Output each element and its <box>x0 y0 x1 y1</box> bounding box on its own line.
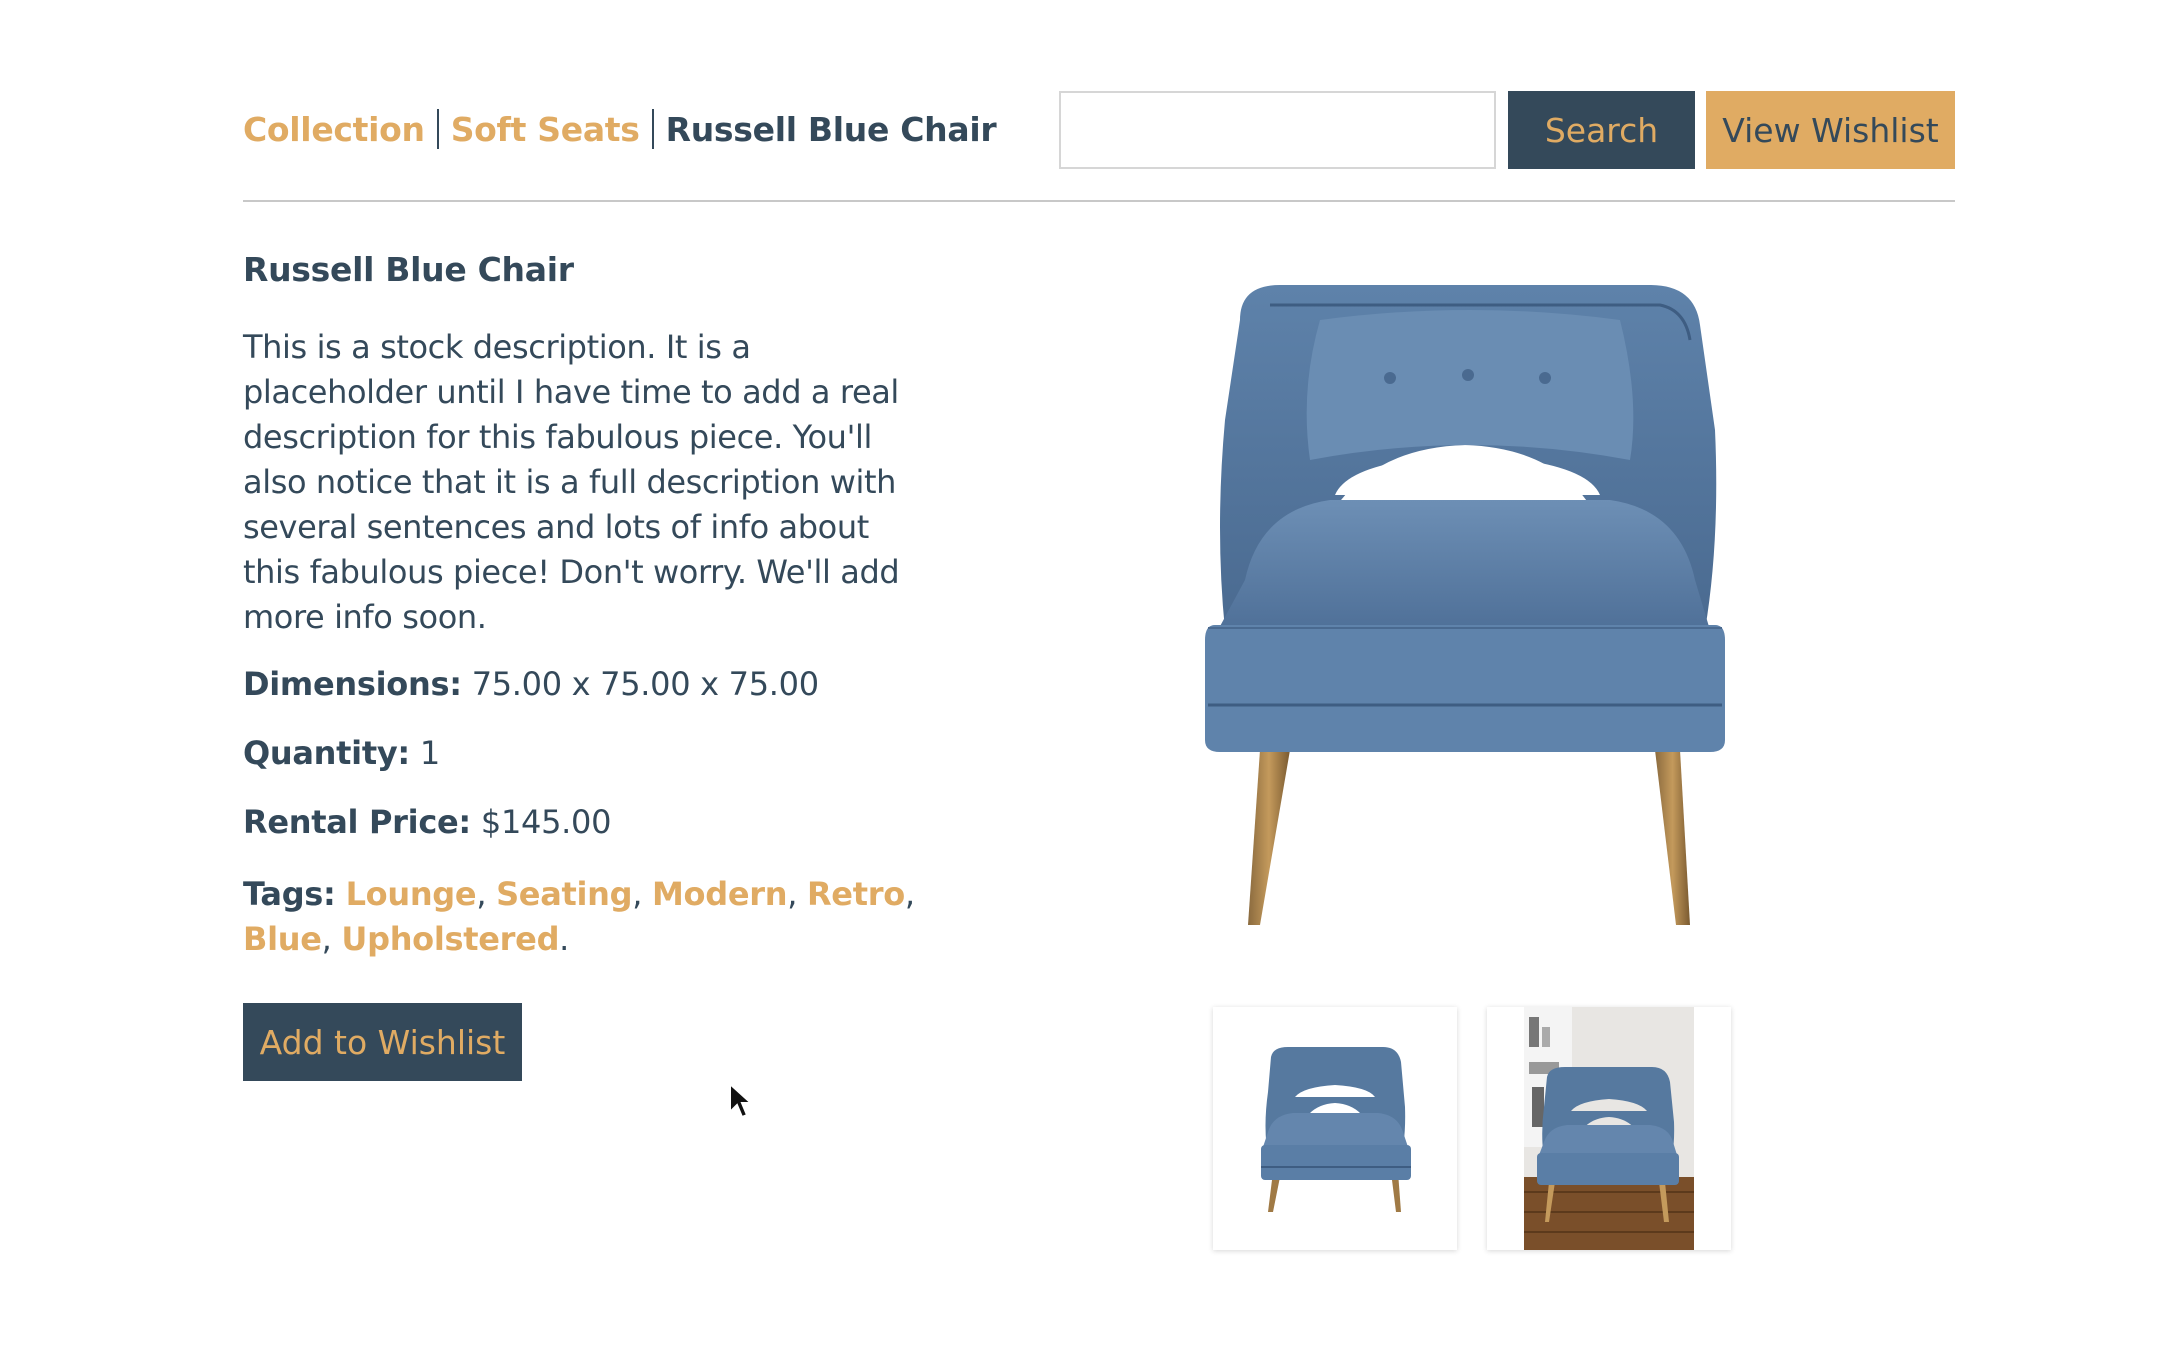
view-wishlist-button[interactable]: View Wishlist <box>1706 91 1955 169</box>
rental-price-label: Rental Price: <box>243 803 471 841</box>
rental-price-row: Rental Price: $145.00 <box>243 803 611 841</box>
room-armchair-thumbnail <box>1487 1007 1731 1250</box>
product-info: Russell Blue Chair This is a stock descr… <box>243 250 943 958</box>
breadcrumb-collection[interactable]: Collection <box>243 110 425 149</box>
tags-row: Tags: Lounge, Seating, Modern, Retro, Blu… <box>243 875 915 958</box>
quantity-value: 1 <box>419 734 440 772</box>
thumbnail-2[interactable] <box>1487 1007 1731 1250</box>
product-main-image <box>1200 280 1740 950</box>
tag-link[interactable]: Blue <box>243 920 322 958</box>
header: Collection Soft Seats Russell Blue Chair… <box>243 88 1955 170</box>
mouse-pointer-icon <box>729 1082 754 1119</box>
product-title: Russell Blue Chair <box>243 250 574 289</box>
tag-link[interactable]: Upholstered <box>341 920 559 958</box>
rental-price-value: $145.00 <box>480 803 612 841</box>
dimensions-value: 75.00 x 75.00 x 75.00 <box>471 665 819 703</box>
quantity-label: Quantity: <box>243 734 410 772</box>
search-button[interactable]: Search <box>1508 91 1695 169</box>
tag-link[interactable]: Retro <box>807 875 905 913</box>
breadcrumb: Collection Soft Seats Russell Blue Chair <box>243 109 997 149</box>
product-description: This is a stock description. It is a pla… <box>243 328 900 636</box>
dimensions-label: Dimensions: <box>243 665 462 703</box>
tags-label: Tags: <box>243 875 336 913</box>
breadcrumb-separator <box>651 109 654 149</box>
quantity-row: Quantity: 1 <box>243 734 440 772</box>
tag-link[interactable]: Seating <box>496 875 633 913</box>
add-to-wishlist-button[interactable]: Add to Wishlist <box>243 1003 522 1081</box>
tag-link[interactable]: Lounge <box>346 875 477 913</box>
search-input[interactable] <box>1059 91 1496 169</box>
thumbnail-1[interactable] <box>1213 1007 1457 1250</box>
header-divider <box>243 200 1955 202</box>
armchair-image <box>1205 285 1725 925</box>
tag-link[interactable]: Modern <box>652 875 788 913</box>
armchair-thumbnail <box>1261 1047 1411 1212</box>
breadcrumb-separator <box>436 109 439 149</box>
breadcrumb-soft-seats[interactable]: Soft Seats <box>451 110 640 149</box>
breadcrumb-current: Russell Blue Chair <box>665 109 997 149</box>
dimensions-row: Dimensions: 75.00 x 75.00 x 75.00 <box>243 665 819 703</box>
product-page: Collection Soft Seats Russell Blue Chair… <box>0 0 2160 1350</box>
